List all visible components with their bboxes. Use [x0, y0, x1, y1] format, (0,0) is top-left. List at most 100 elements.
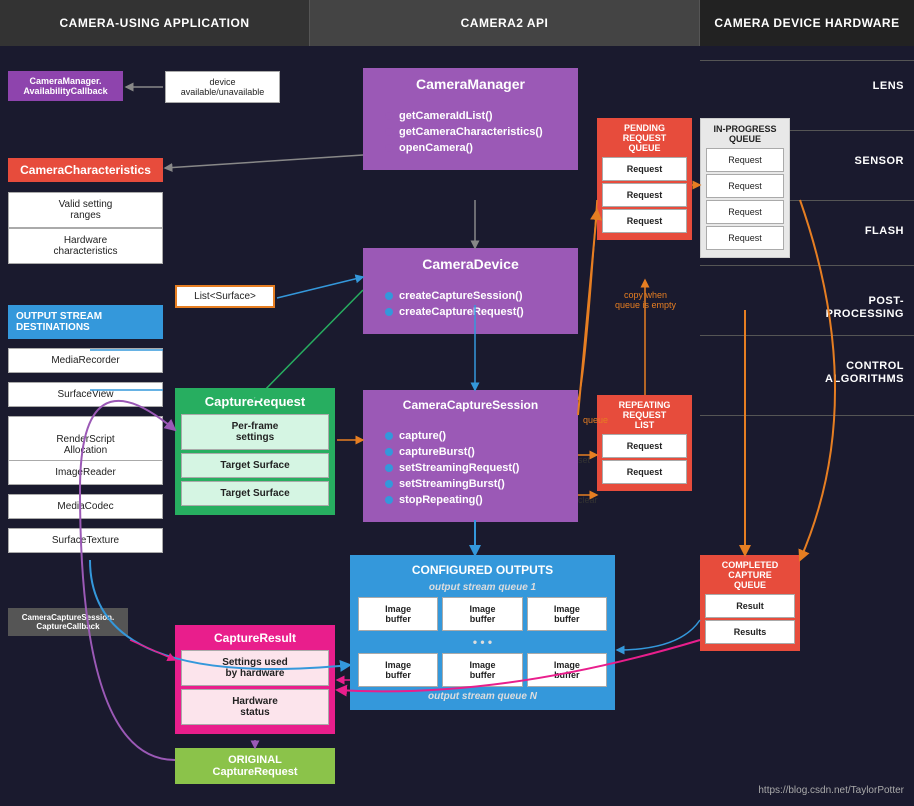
- renderscript-label: RenderScript Allocation: [56, 434, 114, 456]
- dot-cs-2: [385, 448, 393, 456]
- camera-manager-methods: getCameraIdList() getCameraCharacteristi…: [373, 98, 568, 166]
- dot-cs-3: [385, 464, 393, 472]
- media-recorder-label: MediaRecorder: [51, 355, 119, 366]
- surface-view-box: SurfaceView: [8, 382, 163, 407]
- method-cs-5: stopRepeating(): [385, 494, 556, 506]
- streamN-label: output stream queue N: [358, 691, 607, 702]
- diagram: CAMERA-USING APPLICATION CAMERA2 API CAM…: [0, 0, 914, 806]
- original-capture-box: ORIGINAL CaptureRequest: [175, 748, 335, 784]
- control-text: CONTROL ALGORITHMS: [825, 360, 904, 386]
- copy-text: copy when queue is empty: [598, 280, 693, 310]
- capture-session-methods: capture() captureBurst() setStreamingReq…: [373, 418, 568, 518]
- device-avail-box: device available/unavailable: [165, 71, 280, 103]
- valid-setting-label: Valid setting ranges: [59, 199, 113, 221]
- surface-view-label: SurfaceView: [58, 389, 114, 400]
- col-header-app: CAMERA-USING APPLICATION: [0, 0, 310, 46]
- hw-status-box: Hardware status: [181, 689, 329, 725]
- method-cd-2: createCaptureRequest(): [385, 306, 556, 318]
- camera-device-methods: createCaptureSession() createCaptureRequ…: [373, 278, 568, 330]
- media-recorder-box: MediaRecorder: [8, 348, 163, 373]
- hw-divider-4: [700, 265, 914, 266]
- device-avail-label: device available/unavailable: [181, 77, 265, 97]
- postprocessing-label: POST- PROCESSING: [700, 295, 914, 321]
- settings-used-label: Settings used by hardware: [222, 657, 288, 679]
- configured-title: CONFIGURED OUTPUTS: [358, 563, 607, 577]
- col-header-hw: CAMERA DEVICE HARDWARE: [700, 0, 914, 46]
- pending-req-1: Request: [602, 157, 687, 181]
- hw-characteristics-box: Hardware characteristics: [8, 228, 163, 264]
- hw-divider-6: [700, 415, 914, 416]
- availability-callback-label: CameraManager. AvailabilityCallback: [23, 76, 107, 96]
- col-api-label: CAMERA2 API: [461, 16, 549, 30]
- postprocessing-text: POST- PROCESSING: [826, 295, 904, 321]
- method-cs-4: setStreamingBurst(): [385, 478, 556, 490]
- in-progress-queue-box: IN-PROGRESS QUEUE Request Request Reques…: [700, 118, 790, 258]
- dot-cs-5: [385, 496, 393, 504]
- buffer-row-1: Image buffer Image buffer Image buffer: [358, 597, 607, 631]
- control-label: CONTROL ALGORITHMS: [700, 360, 914, 386]
- method-1: getCameraIdList(): [385, 110, 556, 122]
- camera-device-box: CameraDevice createCaptureSession() crea…: [363, 248, 578, 334]
- dot-cs-1: [385, 432, 393, 440]
- configured-outputs-box: CONFIGURED OUTPUTS output stream queue 1…: [350, 555, 615, 710]
- dot-cs-4: [385, 480, 393, 488]
- inprog-req-2: Request: [706, 174, 784, 198]
- completed-queue-box: COMPLETED CAPTURE QUEUE Result Results: [700, 555, 800, 651]
- queue-label: queue: [583, 415, 608, 425]
- capture-session-title: CameraCaptureSession: [373, 398, 568, 412]
- capture-result-box: CaptureResult Settings used by hardware …: [175, 625, 335, 734]
- stream1-label: output stream queue 1: [358, 582, 607, 593]
- inprog-req-1: Request: [706, 148, 784, 172]
- per-frame-box: Per-frame settings: [181, 414, 329, 450]
- repeat-req-2: Request: [602, 460, 687, 484]
- in-progress-title: IN-PROGRESS QUEUE: [704, 124, 786, 144]
- buf-2-1: Image buffer: [358, 653, 438, 687]
- pending-queue-title: PENDING REQUEST QUEUE: [600, 123, 689, 153]
- method-2: getCameraCharacteristics(): [385, 126, 556, 138]
- buf-2-3: Image buffer: [527, 653, 607, 687]
- session-callback-label: CameraCaptureSession. CaptureCallback: [22, 613, 114, 631]
- pending-req-2: Request: [602, 183, 687, 207]
- surface-texture-label: SurfaceTexture: [52, 535, 119, 546]
- hw-char-label: Hardware characteristics: [54, 235, 118, 257]
- renderscript-box: RenderScript Allocation: [8, 416, 163, 463]
- hw-divider-1: [700, 60, 914, 61]
- col-app-label: CAMERA-USING APPLICATION: [60, 16, 250, 30]
- flash-text: FLASH: [865, 225, 904, 237]
- sensor-text: SENSOR: [855, 155, 904, 167]
- target-surface-box-1: Target Surface: [181, 453, 329, 478]
- completed-title: COMPLETED CAPTURE QUEUE: [703, 560, 797, 590]
- result-2: Results: [705, 620, 795, 644]
- dot-2: [385, 128, 393, 136]
- method-cs-2: captureBurst(): [385, 446, 556, 458]
- media-codec-box: MediaCodec: [8, 494, 163, 519]
- camera-characteristics-box: CameraCharacteristics: [8, 158, 163, 182]
- col-header-api: CAMERA2 API: [310, 0, 700, 46]
- buf-1-2: Image buffer: [442, 597, 522, 631]
- set-label: set: [578, 455, 590, 465]
- method-cs-3: setStreamingRequest(): [385, 462, 556, 474]
- method-cd-1: createCaptureSession(): [385, 290, 556, 302]
- media-codec-label: MediaCodec: [57, 501, 113, 512]
- capture-request-title: CaptureRequest: [181, 394, 329, 409]
- image-reader-box: ImageReader: [8, 460, 163, 485]
- target-surface-label-1: Target Surface: [220, 460, 289, 471]
- surface-texture-box: SurfaceTexture: [8, 528, 163, 553]
- output-stream-label: OUTPUT STREAM DESTINATIONS: [16, 311, 102, 333]
- credit-text: https://blog.csdn.net/TaylorPotter: [758, 785, 904, 796]
- settings-used-box: Settings used by hardware: [181, 650, 329, 686]
- original-capture-label: ORIGINAL CaptureRequest: [213, 754, 298, 778]
- session-callback-box: CameraCaptureSession. CaptureCallback: [8, 608, 128, 636]
- buffer-row-2: Image buffer Image buffer Image buffer: [358, 653, 607, 687]
- buf-1-1: Image buffer: [358, 597, 438, 631]
- output-stream-header: OUTPUT STREAM DESTINATIONS: [8, 305, 163, 339]
- hw-divider-5: [700, 335, 914, 336]
- valid-setting-box: Valid setting ranges: [8, 192, 163, 228]
- dot-cd-1: [385, 292, 393, 300]
- camera-device-title: CameraDevice: [373, 256, 568, 272]
- lens-label: LENS: [700, 80, 914, 92]
- method-3: openCamera(): [385, 142, 556, 154]
- pending-queue-box: PENDING REQUEST QUEUE Request Request Re…: [597, 118, 692, 240]
- hw-status-label: Hardware status: [232, 696, 278, 718]
- inprog-req-4: Request: [706, 226, 784, 250]
